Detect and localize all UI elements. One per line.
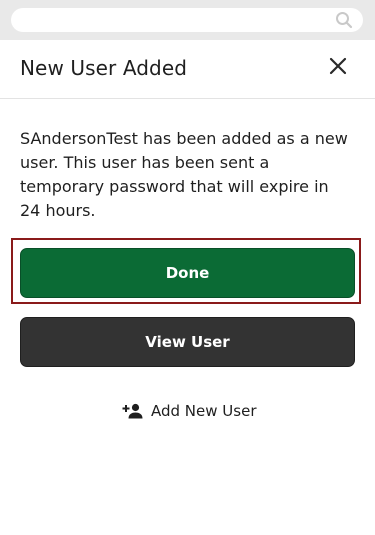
dialog-title: New User Added (20, 56, 188, 80)
new-user-added-dialog: New User Added SAndersonTest has been ad… (0, 40, 375, 535)
top-bar (0, 0, 375, 40)
close-icon (325, 57, 351, 83)
done-button[interactable]: Done (20, 248, 355, 298)
dialog-message: SAndersonTest has been added as a new us… (20, 129, 348, 220)
view-user-button-label: View User (145, 333, 230, 351)
add-user-icon (122, 403, 143, 419)
search-icon[interactable] (335, 11, 353, 29)
dialog-header: New User Added (0, 40, 375, 99)
view-user-button[interactable]: View User (20, 317, 355, 367)
done-button-label: Done (165, 264, 210, 282)
search-input[interactable] (11, 8, 363, 32)
add-new-user-label: Add New User (151, 402, 257, 420)
add-new-user-link[interactable]: Add New User (122, 400, 256, 422)
close-button[interactable] (325, 53, 351, 79)
